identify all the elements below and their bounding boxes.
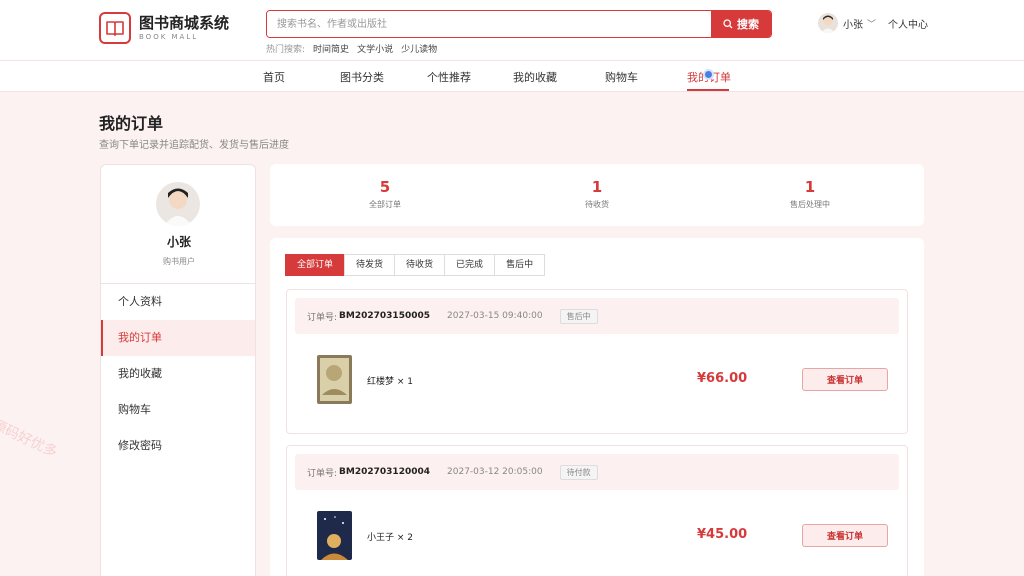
- nav-categories[interactable]: 图书分类: [340, 69, 384, 85]
- book-icon: [99, 12, 131, 44]
- active-nav-indicator: [687, 89, 729, 91]
- user-center-link[interactable]: 个人中心: [888, 16, 928, 31]
- stat-label: 全部订单: [369, 200, 401, 209]
- nav-recommend[interactable]: 个性推荐: [427, 69, 471, 85]
- user-menu: 小张 ﹀ 个人中心: [818, 13, 928, 33]
- book-title: 小王子 × 2: [367, 533, 413, 543]
- cursor-indicator: [703, 69, 714, 80]
- stat-after-sales: 1 售后处理中: [750, 178, 870, 210]
- sidebar: 小张 购书用户 个人资料 我的订单 我的收藏 购物车 修改密码: [100, 164, 256, 576]
- avatar: [156, 182, 200, 226]
- sidebar-item-password[interactable]: 修改密码: [101, 428, 255, 464]
- order-time: 2027-03-12 20:05:00: [447, 467, 543, 477]
- book-cover-image[interactable]: [317, 511, 352, 560]
- order-card: 订单号: BM202703120004 2027-03-12 20:05:00 …: [286, 445, 908, 576]
- hot-search-label: 热门搜索:: [266, 45, 306, 55]
- search-bar: 搜索: [266, 10, 772, 38]
- hot-keyword[interactable]: 少儿读物: [401, 42, 437, 55]
- tab-to-receive[interactable]: 待收货: [394, 254, 446, 276]
- stat-all: 5 全部订单: [325, 178, 445, 210]
- order-no-label: 订单号:: [307, 468, 338, 479]
- sidebar-item-orders[interactable]: 我的订单: [101, 320, 255, 356]
- user-name[interactable]: 小张: [843, 16, 863, 31]
- search-button[interactable]: 搜索: [711, 11, 771, 37]
- search-input[interactable]: [267, 11, 711, 37]
- stat-number: 1: [591, 178, 603, 196]
- order-time: 2027-03-15 09:40:00: [447, 311, 543, 321]
- main-nav: 首页 图书分类 个性推荐 我的收藏 购物车 我的订单: [0, 60, 1024, 92]
- orders-panel: 全部订单 待发货 待收货 已完成 售后中 订单号: BM202703150005…: [270, 238, 924, 576]
- profile-name: 小张: [166, 235, 191, 249]
- book-cover-image[interactable]: [317, 355, 352, 404]
- order-stats: 5 全部订单 1 待收货 1 售后处理中: [270, 164, 924, 226]
- hot-searches: 热门搜索: 时间简史 文学小说 少儿读物: [266, 42, 437, 55]
- stat-number: 1: [804, 178, 816, 196]
- view-order-button[interactable]: 查看订单: [802, 524, 888, 547]
- sidebar-item-profile[interactable]: 个人资料: [101, 284, 255, 320]
- watermark: 源码好优多: [0, 416, 60, 461]
- nav-home[interactable]: 首页: [263, 69, 285, 85]
- order-price: ¥45.00: [697, 527, 748, 542]
- avatar[interactable]: [818, 13, 838, 33]
- stat-label: 售后处理中: [790, 200, 830, 209]
- search-button-label: 搜索: [737, 18, 759, 31]
- profile-role: 购书用户: [163, 257, 195, 266]
- stat-number: 5: [379, 178, 391, 196]
- status-badge: 售后中: [559, 308, 598, 324]
- stat-to-receive: 1 待收货: [537, 178, 657, 210]
- view-order-button[interactable]: 查看订单: [802, 368, 888, 391]
- nav-favorites[interactable]: 我的收藏: [513, 69, 557, 85]
- tab-after-sales[interactable]: 售后中: [494, 254, 546, 276]
- top-header: 图书商城系统 BOOK MALL 搜索 热门搜索: 时间简史 文学小说 少儿读物…: [0, 0, 1024, 60]
- chevron-down-icon[interactable]: ﹀: [867, 17, 876, 30]
- order-price: ¥66.00: [697, 371, 748, 386]
- logo[interactable]: 图书商城系统 BOOK MALL: [99, 12, 229, 44]
- order-header: 订单号: BM202703120004 2027-03-12 20:05:00 …: [295, 454, 899, 490]
- hot-keyword[interactable]: 时间简史: [313, 42, 349, 55]
- page-description: 查询下单记录并追踪配货、发货与售后进度: [99, 140, 289, 151]
- book-title: 红楼梦 × 1: [367, 377, 413, 387]
- logo-title: 图书商城系统: [139, 14, 230, 32]
- sidebar-item-cart[interactable]: 购物车: [101, 392, 255, 428]
- page-title: 我的订单: [99, 114, 164, 133]
- stat-label: 待收货: [585, 200, 609, 209]
- tab-completed[interactable]: 已完成: [444, 254, 496, 276]
- order-number: BM202703120004: [339, 467, 431, 477]
- order-tabs: 全部订单 待发货 待收货 已完成 售后中: [285, 254, 546, 276]
- order-card: 订单号: BM202703150005 2027-03-15 09:40:00 …: [286, 289, 908, 434]
- nav-cart[interactable]: 购物车: [605, 69, 638, 85]
- hot-keyword[interactable]: 文学小说: [357, 42, 393, 55]
- tab-all-orders[interactable]: 全部订单: [285, 254, 346, 276]
- sidebar-item-favorites[interactable]: 我的收藏: [101, 356, 255, 392]
- order-no-label: 订单号:: [307, 312, 338, 323]
- logo-subtitle: BOOK MALL: [139, 33, 199, 41]
- order-number: BM202703150005: [339, 311, 431, 321]
- tab-to-ship[interactable]: 待发货: [344, 254, 396, 276]
- search-icon: [723, 19, 733, 29]
- order-header: 订单号: BM202703150005 2027-03-15 09:40:00 …: [295, 298, 899, 334]
- status-badge: 待付款: [559, 464, 598, 480]
